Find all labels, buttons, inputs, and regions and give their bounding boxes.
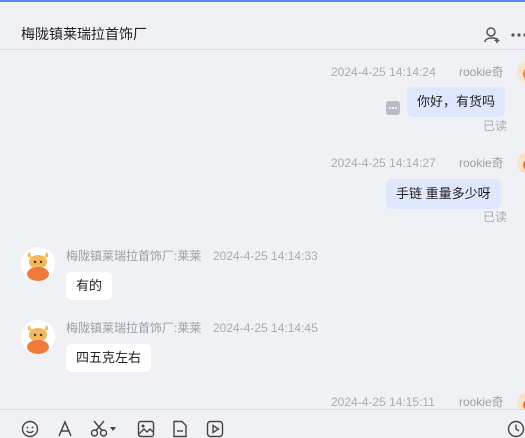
message-timestamp: 2024-4-25 14:14:33	[213, 249, 318, 263]
sender-name: 梅陇镇莱瑞拉首饰厂:莱莱	[66, 249, 202, 263]
message-bubble[interactable]: 你好，有货吗	[407, 87, 506, 117]
video-icon[interactable]	[206, 420, 224, 438]
user-avatar[interactable]	[517, 151, 525, 175]
sender-name: rookie奇	[459, 395, 504, 409]
font-icon[interactable]	[56, 420, 74, 438]
bull-avatar-icon	[21, 320, 55, 354]
chat-header: 梅陇镇莱瑞拉首饰厂	[0, 2, 525, 50]
bull-avatar-icon	[21, 247, 55, 281]
message-timestamp: 2024-4-25 14:14:27	[331, 156, 436, 170]
image-icon[interactable]	[137, 420, 155, 438]
message-timestamp: 2024-4-25 14:14:24	[331, 65, 436, 79]
user-avatar[interactable]	[517, 60, 525, 84]
avatar-image	[517, 60, 525, 84]
message-more-icon[interactable]	[386, 101, 400, 115]
message-bubble[interactable]: 有的	[66, 272, 113, 300]
more-horizontal-icon[interactable]	[510, 26, 525, 44]
history-icon[interactable]	[507, 420, 525, 438]
read-status: 已读	[483, 210, 508, 224]
sender-name: 梅陇镇莱瑞拉首饰厂:莱莱	[66, 321, 202, 335]
emoji-icon[interactable]	[21, 420, 39, 438]
avatar-image	[517, 151, 525, 175]
sender-name: rookie奇	[459, 156, 504, 170]
sender-name: rookie奇	[459, 65, 504, 79]
contact-avatar[interactable]	[21, 320, 55, 354]
add-user-icon[interactable]	[483, 26, 501, 44]
message-timestamp: 2024-4-25 14:15:11	[331, 395, 435, 409]
message-timestamp: 2024-4-25 14:14:45	[213, 321, 318, 335]
input-toolbar	[0, 409, 525, 438]
file-icon[interactable]	[171, 420, 189, 438]
dots-icon	[389, 107, 397, 109]
message-bubble[interactable]: 手链 重量多少呀	[386, 179, 501, 209]
chat-title: 梅陇镇莱瑞拉首饰厂	[21, 26, 147, 42]
scissors-icon[interactable]	[90, 420, 118, 438]
message-bubble[interactable]: 四五克左右	[66, 344, 152, 372]
contact-avatar[interactable]	[21, 247, 55, 281]
read-status: 已读	[483, 119, 508, 133]
